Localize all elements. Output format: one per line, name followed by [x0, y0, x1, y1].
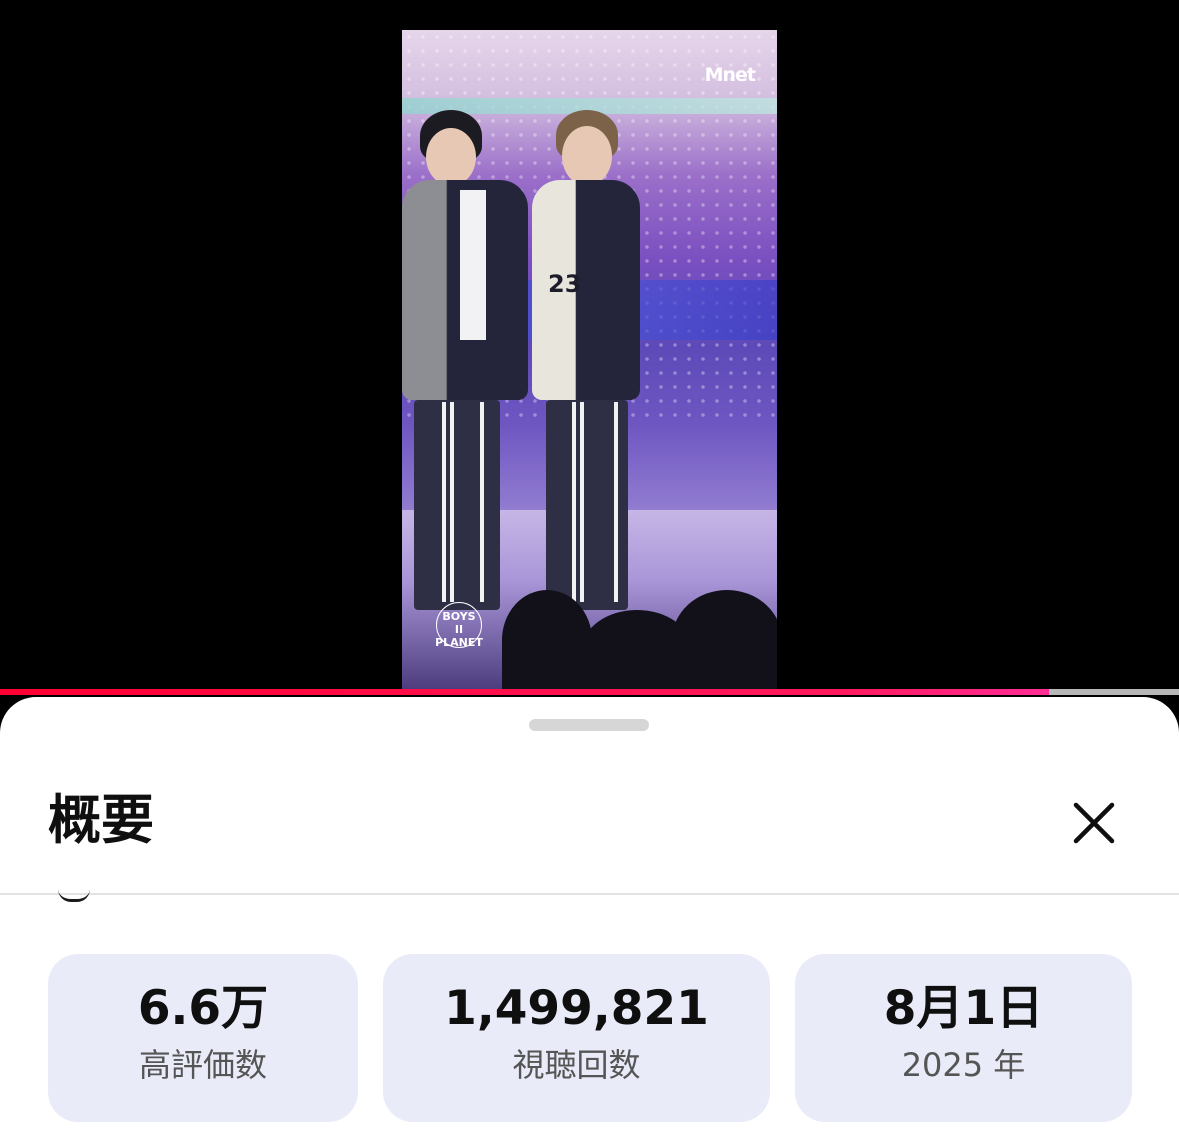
- drag-handle[interactable]: [529, 719, 649, 731]
- divider: [0, 893, 1179, 895]
- upload-date: 8月1日: [883, 981, 1044, 1036]
- audience: [672, 590, 777, 690]
- views-count: 1,499,821: [444, 981, 709, 1036]
- likes-count: 6.6万: [137, 981, 269, 1036]
- description-sheet: 概要 6.6万 高評価数 1,499,821 視聴回数 8月1日 2025 年: [0, 697, 1179, 1137]
- performer-right: 23: [528, 110, 648, 630]
- avatar: [58, 889, 90, 902]
- close-button[interactable]: [1062, 791, 1126, 855]
- mnet-logo: Mnet: [704, 64, 756, 86]
- upload-year: 2025 年: [901, 1046, 1026, 1084]
- show-logo: BOYS II PLANET: [426, 602, 492, 649]
- views-label: 視聴回数: [512, 1046, 641, 1084]
- likes-label: 高評価数: [138, 1046, 267, 1084]
- stat-card-date: 8月1日 2025 年: [795, 954, 1132, 1122]
- performer-left: [402, 110, 532, 630]
- jersey-number: 23: [548, 270, 582, 298]
- stat-card-likes: 6.6万 高評価数: [48, 954, 358, 1122]
- progress-bar[interactable]: [0, 689, 1179, 695]
- audience: [502, 590, 592, 690]
- close-icon: [1073, 802, 1115, 844]
- sheet-title: 概要: [48, 790, 154, 851]
- video-frame[interactable]: 23 Mnet BOYS II PLANET: [402, 30, 777, 690]
- video-player[interactable]: 23 Mnet BOYS II PLANET: [0, 0, 1179, 692]
- stat-card-views: 1,499,821 視聴回数: [383, 954, 770, 1122]
- progress-bar-fill: [0, 689, 1050, 695]
